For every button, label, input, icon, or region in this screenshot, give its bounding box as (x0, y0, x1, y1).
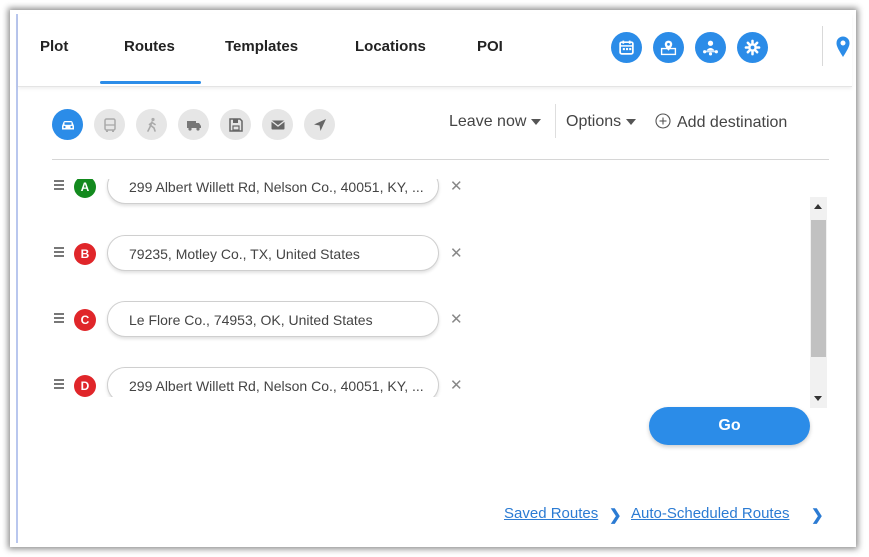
tab-templates[interactable]: Templates (225, 38, 298, 55)
window-frame: Plot Routes Templates Locations POI Leav… (10, 10, 856, 547)
chevron-right-icon[interactable]: ❯ (811, 506, 824, 524)
leave-now-dropdown[interactable]: Leave now (449, 113, 542, 131)
remove-stop-icon[interactable]: ✕ (450, 376, 463, 394)
stop-letter-badge: A (74, 179, 96, 198)
active-tab-indicator (100, 81, 201, 84)
car-icon (61, 120, 74, 129)
stop-row-b: B 79235, Motley Co., TX, United States ✕ (52, 235, 472, 273)
auto-scheduled-routes-link[interactable]: Auto-Scheduled Routes (631, 505, 789, 522)
go-button[interactable]: Go (649, 407, 810, 445)
mode-walk-button[interactable] (136, 109, 167, 140)
drag-handle-icon[interactable] (54, 313, 64, 325)
leave-now-label: Leave now (449, 113, 527, 130)
chevron-down-icon (531, 118, 542, 125)
top-navigation: Plot Routes Templates Locations POI (18, 14, 852, 87)
mail-icon (270, 119, 285, 129)
navigation-icon (313, 118, 326, 131)
toolbar-divider (555, 104, 556, 138)
remove-stop-icon[interactable]: ✕ (450, 179, 463, 195)
chevron-down-icon (626, 118, 637, 125)
settings-icon (744, 39, 761, 56)
stop-address-input[interactable]: 299 Albert Willett Rd, Nelson Co., 40051… (107, 367, 439, 397)
chevron-right-icon[interactable]: ❯ (609, 506, 622, 524)
add-circle-icon (655, 113, 671, 129)
stop-letter-badge: D (74, 375, 96, 397)
mode-car-button[interactable] (52, 109, 83, 140)
settings-button[interactable] (737, 32, 768, 63)
stop-address-input[interactable]: 299 Albert Willett Rd, Nelson Co., 40051… (107, 179, 439, 204)
header-divider (822, 26, 823, 66)
tab-routes[interactable]: Routes (124, 38, 175, 55)
scroll-up-arrow-icon[interactable] (814, 204, 822, 209)
add-destination-label: Add destination (677, 114, 788, 131)
mode-navigation-button[interactable] (304, 109, 335, 140)
network-button[interactable] (695, 32, 726, 63)
mode-bus-button[interactable] (94, 109, 125, 140)
stop-row-c: C Le Flore Co., 74953, OK, United States… (52, 301, 472, 339)
drag-handle-icon[interactable] (54, 379, 64, 391)
mode-mail-button[interactable] (262, 109, 293, 140)
add-destination-button[interactable]: Add destination (655, 113, 787, 132)
location-pin-icon[interactable] (836, 36, 850, 58)
save-icon (228, 117, 243, 132)
mode-save-button[interactable] (220, 109, 251, 140)
remove-stop-icon[interactable]: ✕ (450, 244, 463, 262)
drag-handle-icon[interactable] (54, 247, 64, 259)
stop-address-input[interactable]: 79235, Motley Co., TX, United States (107, 235, 439, 271)
stops-list: A 299 Albert Willett Rd, Nelson Co., 400… (52, 179, 828, 397)
stop-letter-badge: C (74, 309, 96, 331)
toolbar-separator-line (52, 159, 829, 160)
bus-icon (103, 117, 116, 132)
stop-row-a: A 299 Albert Willett Rd, Nelson Co., 400… (52, 179, 472, 206)
calendar-icon (619, 40, 634, 55)
stop-address-input[interactable]: Le Flore Co., 74953, OK, United States (107, 301, 439, 337)
tab-poi[interactable]: POI (477, 38, 503, 55)
walk-icon (146, 117, 156, 132)
map-pin-button[interactable] (653, 32, 684, 63)
saved-routes-link[interactable]: Saved Routes (504, 505, 598, 522)
map-pin-icon (660, 40, 677, 56)
tab-plot[interactable]: Plot (40, 38, 68, 55)
network-icon (703, 40, 718, 56)
tab-locations[interactable]: Locations (355, 38, 426, 55)
route-panel: Plot Routes Templates Locations POI Leav… (16, 14, 852, 543)
scrollbar-thumb[interactable] (811, 220, 826, 357)
scroll-down-arrow-icon[interactable] (814, 396, 822, 401)
options-dropdown[interactable]: Options (566, 113, 637, 131)
truck-icon (186, 120, 201, 131)
calendar-button[interactable] (611, 32, 642, 63)
stop-row-d: D 299 Albert Willett Rd, Nelson Co., 400… (52, 367, 472, 397)
remove-stop-icon[interactable]: ✕ (450, 310, 463, 328)
stops-scrollbar[interactable] (810, 197, 827, 408)
drag-handle-icon[interactable] (54, 180, 64, 192)
mode-truck-button[interactable] (178, 109, 209, 140)
stop-letter-badge: B (74, 243, 96, 265)
options-label: Options (566, 113, 622, 130)
